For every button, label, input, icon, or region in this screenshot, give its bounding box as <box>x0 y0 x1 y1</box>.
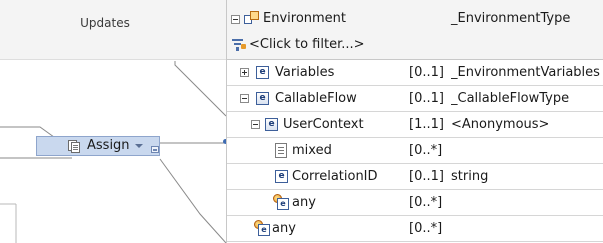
variables-expand-icon[interactable] <box>240 68 249 77</box>
row-name: any <box>272 221 296 236</box>
tree-row-mixed[interactable]: mixed [0..*] <box>227 138 603 164</box>
row-type <box>451 216 603 242</box>
any-wildcard-icon: e <box>254 220 270 237</box>
tree-row-correlationid[interactable]: e CorrelationID [0..1] string <box>227 164 603 190</box>
filter-text[interactable]: <Click to filter...> <box>249 34 365 56</box>
assign-transform-node[interactable]: Assign <box>36 136 160 156</box>
element-icon: e <box>256 66 269 79</box>
row-type: _CallableFlowType <box>451 91 570 106</box>
row-cardinality: [0..*] <box>409 221 443 236</box>
tree-row-callableflow[interactable]: e CallableFlow [0..1] _CallableFlowType <box>227 86 603 112</box>
row-name: CallableFlow <box>275 91 357 106</box>
row-cardinality: [0..*] <box>409 195 443 210</box>
row-cardinality: [0..1] <box>409 65 444 80</box>
tree-row-usercontext[interactable]: e UserContext [1..1] <Anonymous> <box>227 112 603 138</box>
row-type: _EnvironmentVariables <box>451 65 600 80</box>
row-cardinality: [0..1] <box>409 169 444 184</box>
canvas-edge-right-top <box>174 61 227 117</box>
row-type <box>451 190 603 216</box>
environment-collapse-icon[interactable] <box>231 15 240 24</box>
environment-icon <box>244 11 259 26</box>
assign-label: Assign <box>87 138 130 153</box>
assign-icon <box>68 140 81 153</box>
tree-row-any-nested[interactable]: e any [0..*] <box>227 190 603 216</box>
tree-row-any-root[interactable]: e any [0..*] <box>227 216 603 242</box>
environment-type: _EnvironmentType <box>451 11 571 26</box>
assign-dropdown-icon[interactable] <box>135 144 143 148</box>
row-cardinality: [0..*] <box>409 143 443 158</box>
canvas-edge-right-bottom <box>159 158 227 243</box>
assign-handle-icon[interactable] <box>151 146 159 153</box>
callableflow-collapse-icon[interactable] <box>240 94 249 103</box>
row-type: <Anonymous> <box>451 117 550 132</box>
row-name: UserContext <box>283 117 364 132</box>
filter-row[interactable]: <Click to filter...> <box>227 34 603 56</box>
row-type: string <box>451 169 489 184</box>
element-icon: e <box>256 92 269 105</box>
row-name: Variables <box>275 65 335 80</box>
element-icon: e <box>275 170 288 183</box>
mixed-content-icon <box>275 143 287 158</box>
row-cardinality: [1..1] <box>409 117 444 132</box>
filter-icon <box>231 37 247 53</box>
environment-name: Environment <box>263 11 347 26</box>
usercontext-collapse-icon[interactable] <box>251 120 260 129</box>
element-icon: e <box>265 118 278 131</box>
row-name: any <box>292 195 316 210</box>
mapping-canvas-lines <box>0 61 227 243</box>
any-wildcard-icon: e <box>273 194 289 211</box>
environment-root-row[interactable]: Environment _EnvironmentType <box>227 8 603 30</box>
row-cardinality: [0..1] <box>409 91 444 106</box>
row-type <box>451 138 603 164</box>
tree-row-variables[interactable]: e Variables [0..1] _EnvironmentVariables <box>227 60 603 86</box>
row-name: CorrelationID <box>292 169 378 184</box>
row-name: mixed <box>292 143 332 158</box>
